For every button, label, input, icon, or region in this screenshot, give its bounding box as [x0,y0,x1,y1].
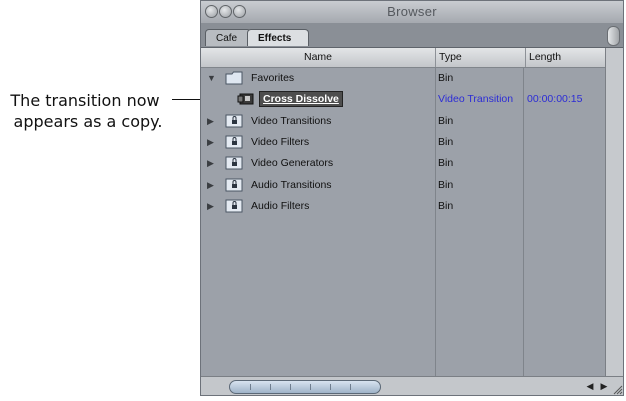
locked-bin-icon [225,199,243,213]
item-label: Video Generators [251,157,334,169]
column-header-row: Name Type Length [201,48,606,68]
window-title: Browser [387,4,437,19]
browser-window: Browser Cafe Effects Name Type Length ▼ … [200,0,624,396]
tab-cafe[interactable]: Cafe [205,29,251,46]
annotation-line-1: The transition now [10,91,160,110]
tab-bar: Cafe Effects [201,23,623,48]
scroll-grip [270,384,271,390]
locked-bin-icon [225,178,243,192]
item-label: Audio Transitions [251,179,332,191]
column-header-type[interactable]: Type [437,48,526,67]
transition-clip-icon [237,93,254,105]
disclosure-triangle-collapsed-icon[interactable]: ▶ [207,158,214,169]
item-type: Bin [438,136,454,148]
disclosure-triangle-collapsed-icon[interactable]: ▶ [207,137,214,148]
scroll-right-arrow-icon[interactable]: ▶ [597,380,611,392]
scroll-grip [310,384,311,390]
list-item-video-transitions[interactable]: ▶ Video Transitions Bin [201,111,606,132]
annotation-line-2: appears as a copy. [13,112,163,131]
folder-icon [225,71,243,85]
list-item-favorites[interactable]: ▼ Favorites Bin [201,68,606,89]
locked-bin-icon [225,156,243,170]
vertical-scrollbar[interactable] [605,48,623,378]
disclosure-triangle-expanded-icon[interactable]: ▼ [207,73,216,83]
item-length: 00:00:00:15 [527,93,583,105]
list-item-cross-dissolve[interactable]: Cross Dissolve Video Transition 00:00:00… [201,89,606,110]
horizontal-scrollbar[interactable]: ◀ ▶ [201,376,623,395]
column-header-name[interactable]: Name [201,48,436,67]
title-bar[interactable]: Browser [201,1,623,23]
list-item-video-generators[interactable]: ▶ Video Generators Bin [201,153,606,174]
tab-effects[interactable]: Effects [247,29,309,46]
scroll-grip [290,384,291,390]
toolbar-toggle-button[interactable] [607,26,620,46]
item-label: Video Filters [251,136,310,148]
scroll-grip [250,384,251,390]
list-item-audio-filters[interactable]: ▶ Audio Filters Bin [201,196,606,217]
item-type: Bin [438,115,454,127]
scroll-grip [330,384,331,390]
item-type: Video Transition [438,93,514,105]
item-type: Bin [438,157,454,169]
item-label[interactable]: Cross Dissolve [259,91,343,107]
resize-grip-icon[interactable] [611,383,623,395]
item-label: Video Transitions [251,115,332,127]
item-label: Favorites [251,72,295,84]
column-header-length[interactable]: Length [525,48,609,67]
disclosure-triangle-collapsed-icon[interactable]: ▶ [207,180,214,191]
item-type: Bin [438,72,454,84]
item-label: Audio Filters [251,200,310,212]
item-type: Bin [438,179,454,191]
item-type: Bin [438,200,454,212]
scroll-left-arrow-icon[interactable]: ◀ [583,380,597,392]
locked-bin-icon [225,135,243,149]
callout-annotation: The transition now appears as a copy. [0,90,176,132]
disclosure-triangle-collapsed-icon[interactable]: ▶ [207,116,214,127]
list-item-video-filters[interactable]: ▶ Video Filters Bin [201,132,606,153]
browser-list: ▼ Favorites Bin Cross Dissolve Video Tra… [201,68,606,378]
scroll-grip [350,384,351,390]
disclosure-triangle-collapsed-icon[interactable]: ▶ [207,201,214,212]
locked-bin-icon [225,114,243,128]
list-item-audio-transitions[interactable]: ▶ Audio Transitions Bin [201,175,606,196]
horizontal-scroll-thumb[interactable] [229,380,381,394]
